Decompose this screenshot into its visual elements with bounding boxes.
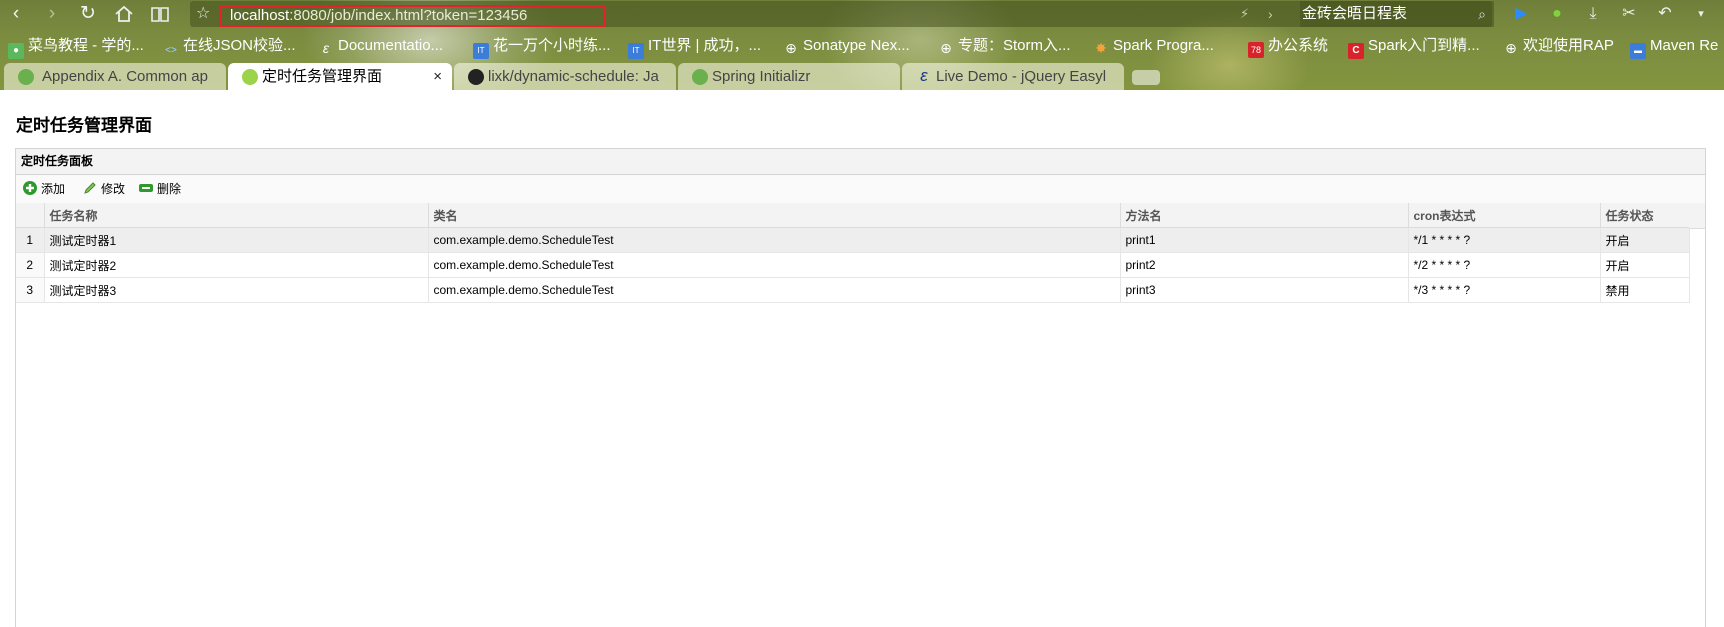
cell-cron[interactable]: */2 * * * * ? [1408,252,1601,278]
scissors-icon[interactable]: ✂ [1618,2,1640,26]
table-header-row: 任务名称 类名 方法名 cron表达式 任务状态 [16,203,1690,228]
cell-name[interactable]: 测试定时器1 [44,227,429,253]
column-header-status[interactable]: 任务状态 [1600,203,1690,228]
panel-toolbar: 添加 修改 删除 [16,175,1705,204]
undo-icon[interactable]: ↶ [1654,2,1676,26]
it-icon: IT [473,43,489,59]
it-icon: IT [628,43,644,59]
tab-jquery-easyui[interactable]: ε Live Demo - jQuery Easyl [902,63,1124,90]
reader-icon[interactable] [148,2,172,26]
code-icon: <> [165,45,177,56]
bookmark-item[interactable]: C Spark入门到精... [1348,33,1480,59]
cell-method[interactable]: print2 [1120,252,1409,278]
spring-icon [18,69,34,85]
cell-status[interactable]: 开启 [1600,252,1690,278]
globe-icon: ⊕ [785,40,797,56]
row-number: 1 [16,227,45,253]
runoob-icon: ● [8,43,24,59]
chat-icon[interactable]: ● [1546,2,1568,26]
cell-name[interactable]: 测试定时器2 [44,252,429,278]
tab-github[interactable]: lixk/dynamic-schedule: Ja [454,63,676,90]
add-button[interactable]: 添加 [22,175,65,203]
easyui-icon: ε [920,66,928,85]
minus-icon [139,184,153,192]
column-header-name[interactable]: 任务名称 [44,203,429,228]
row-number: 3 [16,277,45,303]
cell-name[interactable]: 测试定时器3 [44,277,429,303]
github-icon [468,69,484,85]
bookmark-star-icon[interactable]: ☆ [196,1,210,27]
search-icon[interactable]: ⌕ [1478,1,1486,27]
tab-appendix[interactable]: Appendix A. Common ap [4,63,226,90]
chevron-down-icon[interactable]: ▾ [1690,2,1712,26]
bookmark-item[interactable]: ⊕ 欢迎使用RAP [1503,33,1614,59]
cell-class[interactable]: com.example.demo.ScheduleTest [428,252,1121,278]
reload-icon[interactable]: ↻ [76,2,100,26]
search-input[interactable]: 金砖会晤日程表 [1302,1,1407,27]
tab-strip: Appendix A. Common ap 定时任务管理界面 × lixk/dy… [0,62,1724,90]
cell-status[interactable]: 开启 [1600,227,1690,253]
cell-method[interactable]: print3 [1120,277,1409,303]
task-panel: 定时任务面板 添加 修改 删除 任务名称 类名 方法名 cron表达式 任务状态 [15,148,1706,627]
add-icon [23,181,37,195]
office-icon: 78 [1248,42,1264,58]
browser-chrome: ‹ › ↻ ☆ ⚡ › localhost:8080/job/index.htm… [0,0,1724,90]
url-text[interactable]: localhost:8080/job/index.html?token=1234… [230,5,527,27]
search-box[interactable]: 金砖会晤日程表 ⌕ [1300,1,1494,27]
table-row[interactable]: 3 测试定时器3 com.example.demo.ScheduleTest p… [16,277,1690,303]
table-scrollbar-header [1689,203,1705,229]
table-row[interactable]: 1 测试定时器1 com.example.demo.ScheduleTest p… [16,227,1690,253]
bookmark-item[interactable]: ● 菜鸟教程 - 学的... [8,33,144,59]
cell-class[interactable]: com.example.demo.ScheduleTest [428,277,1121,303]
lightning-icon[interactable]: ⚡ [1240,1,1249,27]
page-title: 定时任务管理界面 [16,116,152,135]
close-icon[interactable]: × [433,63,442,90]
column-header-cron[interactable]: cron表达式 [1408,203,1601,228]
table-row[interactable]: 2 测试定时器2 com.example.demo.ScheduleTest p… [16,252,1690,278]
csdn-icon: C [1348,43,1364,59]
bookmark-item[interactable]: ▬ Maven Re [1630,33,1718,59]
column-header-method[interactable]: 方法名 [1120,203,1409,228]
panel-title: 定时任务面板 [16,149,1705,175]
delete-button[interactable]: 删除 [138,175,181,203]
spring-icon [692,69,708,85]
play-icon[interactable]: ▶ [1510,2,1532,26]
cell-status[interactable]: 禁用 [1600,277,1690,303]
column-header-class[interactable]: 类名 [428,203,1121,228]
bookmark-item[interactable]: <> 在线JSON校验... [163,33,295,59]
chevron-right-icon[interactable]: › [1268,1,1273,27]
tab-spring-initializr[interactable]: Spring Initializr [678,63,900,90]
bookmark-item[interactable]: ⊕ Sonatype Nex... [783,33,910,59]
url-path: :8080/job/index.html?token=123456 [289,7,528,24]
cell-cron[interactable]: */1 * * * * ? [1408,227,1601,253]
task-table: 任务名称 类名 方法名 cron表达式 任务状态 1 测试定时器1 com.ex… [16,203,1690,303]
cell-method[interactable]: print1 [1120,227,1409,253]
url-host: localhost [230,7,290,24]
bookmark-item[interactable]: IT 花一万个小时练... [473,33,611,59]
leaf-icon [242,69,258,85]
maven-icon: ▬ [1630,43,1646,59]
spark-icon: ✸ [1095,40,1107,56]
tab-job-manager[interactable]: 定时任务管理界面 × [228,63,452,90]
edit-button[interactable]: 修改 [82,175,125,203]
row-number: 2 [16,252,45,278]
cell-class[interactable]: com.example.demo.ScheduleTest [428,227,1121,253]
forward-icon[interactable]: › [40,2,64,26]
pencil-icon [84,182,96,194]
cell-cron[interactable]: */3 * * * * ? [1408,277,1601,303]
download-icon[interactable]: ⤓ [1582,2,1604,26]
bookmark-item[interactable]: ✸ Spark Progra... [1093,33,1214,59]
bookmark-item[interactable]: IT IT世界 | 成功，... [628,33,761,59]
bookmark-item[interactable]: ε Documentatio... [318,33,443,59]
back-icon[interactable]: ‹ [4,2,28,26]
globe-icon: ⊕ [940,40,952,56]
easyui-icon: ε [322,40,330,56]
bookmark-item[interactable]: 78 办公系统 [1248,33,1328,59]
home-icon[interactable] [112,2,136,26]
new-tab-button[interactable] [1132,70,1160,85]
row-number-header [16,203,45,228]
globe-icon: ⊕ [1505,40,1517,56]
bookmark-item[interactable]: ⊕ 专题：Storm入... [938,33,1070,59]
